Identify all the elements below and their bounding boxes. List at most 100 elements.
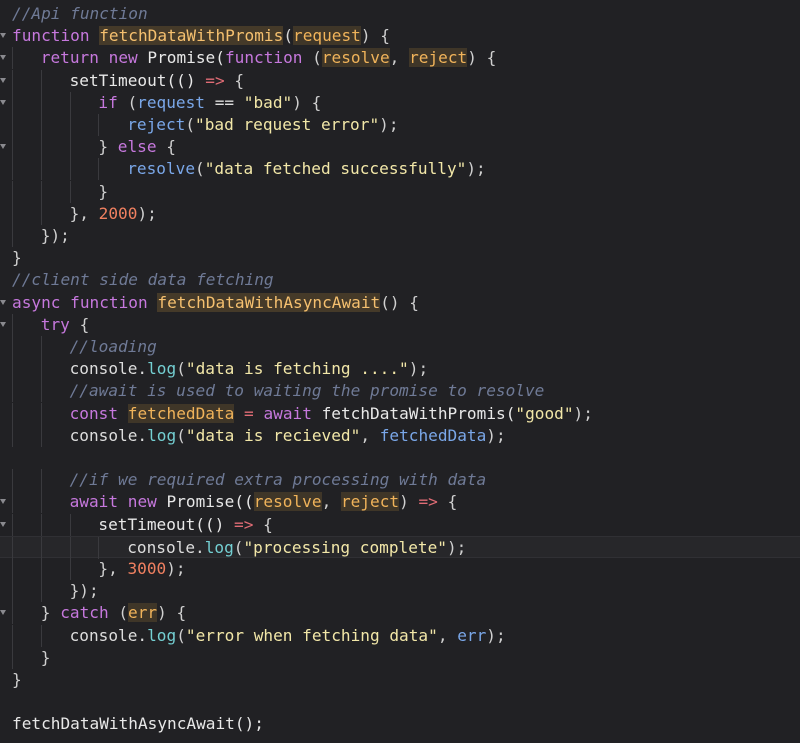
code-text: //loading xyxy=(70,336,157,358)
code-text: console.log("processing complete"); xyxy=(127,537,466,559)
code-line[interactable]: } xyxy=(0,180,800,203)
code-line[interactable] xyxy=(0,691,800,713)
fold-arrow-icon[interactable] xyxy=(0,77,6,83)
code-token: , xyxy=(437,625,458,645)
code-text: console.log("data is fetching ...."); xyxy=(70,358,429,380)
indent-guide xyxy=(12,114,13,136)
code-token: Promise( xyxy=(137,48,225,68)
code-line[interactable]: console.log("error when fetching data", … xyxy=(0,624,800,647)
indent-guide xyxy=(40,402,42,425)
indent-guide xyxy=(12,513,13,536)
code-line[interactable]: //if we required extra processing with d… xyxy=(0,469,800,492)
indent-guide xyxy=(98,158,100,181)
code-line[interactable]: try { xyxy=(0,313,800,336)
code-line[interactable]: //client side data fetching xyxy=(0,269,800,291)
code-token: { xyxy=(253,514,273,534)
code-line[interactable]: console.log("data is fetching ...."); xyxy=(0,358,800,381)
code-token: //Api function xyxy=(12,4,148,23)
indent-guide xyxy=(69,114,71,136)
code-token: "error when fetching data" xyxy=(185,625,438,645)
code-token: resolve xyxy=(253,492,322,512)
code-text: console.log("error when fetching data", … xyxy=(70,625,506,647)
code-line[interactable]: reject("bad request error"); xyxy=(0,114,800,136)
code-text: }, 2000); xyxy=(70,203,157,225)
code-line[interactable]: //loading xyxy=(0,336,800,358)
fold-arrow-icon[interactable] xyxy=(0,55,6,61)
code-token: "data is recieved" xyxy=(185,425,361,445)
code-line[interactable]: async function fetchDataWithAsyncAwait()… xyxy=(0,292,800,314)
indent-guide xyxy=(40,358,42,381)
code-line[interactable]: return new Promise(function (resolve, re… xyxy=(0,47,800,70)
code-token: catch xyxy=(60,603,109,623)
indent-guide xyxy=(69,558,71,580)
code-token: ( xyxy=(176,425,186,445)
code-editor[interactable]: //Api function function fetchDataWithProm… xyxy=(0,0,800,743)
code-line[interactable]: await new Promise((resolve, reject) => { xyxy=(0,491,800,514)
fold-arrow-icon[interactable] xyxy=(0,299,6,305)
code-line[interactable]: //await is used to waiting the promise t… xyxy=(0,380,800,403)
indent-guide xyxy=(12,47,13,70)
code-token: ( xyxy=(176,359,186,379)
indent-guide xyxy=(12,358,13,381)
code-line[interactable]: }); xyxy=(0,225,800,247)
code-line[interactable]: setTimeout(() => { xyxy=(0,69,800,92)
fold-arrow-icon[interactable] xyxy=(0,521,6,527)
code-line[interactable]: if (request == "bad") { xyxy=(0,91,800,114)
code-line[interactable]: }, 2000); xyxy=(0,202,800,225)
code-line[interactable]: const fetchedData = await fetchDataWithP… xyxy=(0,402,800,425)
code-text: } xyxy=(12,669,22,691)
code-text: } else { xyxy=(98,136,176,158)
fold-arrow-icon[interactable] xyxy=(0,99,6,105)
code-line[interactable]: function fetchDataWithPromis(request) { xyxy=(0,25,800,47)
code-line[interactable]: } else { xyxy=(0,136,800,159)
code-token: async xyxy=(12,292,61,312)
code-token: } xyxy=(12,248,22,268)
indent-guide xyxy=(12,536,13,559)
code-token: , xyxy=(321,492,341,512)
code-text: //await is used to waiting the promise t… xyxy=(70,380,545,402)
code-token: else xyxy=(117,137,157,157)
code-token: try xyxy=(40,314,70,334)
code-line[interactable]: fetchDataWithAsyncAwait(); xyxy=(0,713,800,735)
code-token: if xyxy=(98,92,118,112)
code-line[interactable]: } xyxy=(0,247,800,269)
indent-guide xyxy=(40,180,42,203)
fold-arrow-icon[interactable] xyxy=(0,499,6,505)
code-line[interactable]: } xyxy=(0,646,800,669)
indent-guide xyxy=(12,491,13,514)
code-line[interactable]: setTimeout(() => { xyxy=(0,513,800,536)
code-token: ( xyxy=(108,603,129,623)
code-token: "bad request error" xyxy=(195,115,380,134)
indent-guide xyxy=(12,91,13,114)
code-token: fetchDataWithAsyncAwait xyxy=(157,292,381,312)
code-line[interactable]: resolve("data fetched successfully"); xyxy=(0,158,800,181)
code-line[interactable]: }, 3000); xyxy=(0,558,800,580)
fold-arrow-icon[interactable] xyxy=(0,610,6,616)
fold-arrow-icon[interactable] xyxy=(0,33,6,39)
code-token: //await is used to waiting the promise t… xyxy=(69,381,545,401)
code-line[interactable]: console.log("processing complete"); xyxy=(0,535,800,559)
code-token: } xyxy=(98,137,118,157)
code-line[interactable]: } catch (err) { xyxy=(0,602,800,625)
code-line[interactable]: //Api function xyxy=(0,3,800,25)
code-line[interactable]: }); xyxy=(0,580,800,603)
code-token: //loading xyxy=(69,337,157,356)
code-token: log xyxy=(147,425,177,445)
code-text: //if we required extra processing with d… xyxy=(70,469,487,491)
fold-arrow-icon[interactable] xyxy=(0,321,6,327)
code-token: ( xyxy=(302,48,322,68)
code-token: ); xyxy=(408,359,429,379)
fold-arrow-icon[interactable] xyxy=(0,144,6,150)
code-token: await xyxy=(263,403,312,423)
indent-guide xyxy=(40,513,42,536)
indent-guide xyxy=(69,158,71,181)
indent-guide xyxy=(40,491,42,514)
code-line[interactable]: } xyxy=(0,669,800,691)
indent-guide xyxy=(12,624,13,647)
code-line[interactable]: console.log("data is recieved", fetchedD… xyxy=(0,424,800,447)
code-token: resolve xyxy=(127,159,196,179)
code-token: }); xyxy=(40,226,70,245)
code-line[interactable] xyxy=(0,447,800,469)
